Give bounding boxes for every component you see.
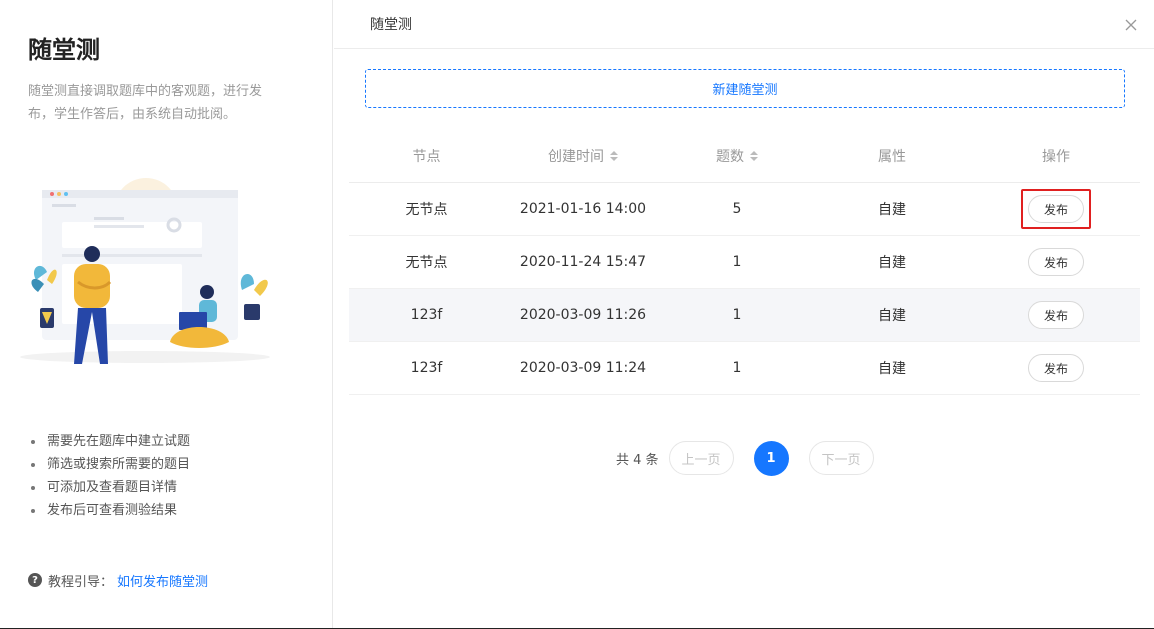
cell-created: 2021-01-16 14:00: [519, 201, 647, 217]
cell-count: 1: [732, 360, 742, 376]
panel-title: 随堂测: [370, 17, 412, 33]
table-header: 节点 创建时间 题数 属性 操作: [349, 130, 1140, 183]
highlight-box: 发布: [1021, 189, 1091, 229]
table-row: 123f 2020-03-09 11:26 1 自建 发布: [349, 289, 1140, 342]
tips-list: 需要先在题库中建立试题 筛选或搜索所需要的题目 可添加及查看题目详情 发布后可查…: [28, 430, 190, 522]
cell-node: 123f: [410, 307, 443, 323]
sort-icon[interactable]: [610, 151, 618, 161]
column-node: 节点: [412, 149, 441, 165]
cell-node: 无节点: [405, 202, 448, 218]
guide-link[interactable]: 如何发布随堂测: [117, 571, 208, 590]
cell-action: 发布: [972, 236, 1140, 288]
cell-attr: 自建: [878, 361, 906, 377]
cell-node: 无节点: [405, 255, 448, 271]
cell-attr: 自建: [878, 202, 906, 218]
page-number-button[interactable]: 1: [753, 440, 789, 476]
question-icon: ?: [28, 573, 42, 587]
sort-icon[interactable]: [750, 151, 758, 161]
tip-item: 发布后可查看测验结果: [28, 499, 190, 522]
main-panel: 随堂测 新建随堂测 节点 创建时间 题数 属性 操作 无节点 2021-01-1…: [334, 0, 1154, 628]
next-page-button[interactable]: 下一页: [808, 441, 874, 475]
pagination-total: 共 4 条: [616, 452, 659, 468]
tip-item: 可添加及查看题目详情: [28, 476, 190, 499]
quiz-table: 节点 创建时间 题数 属性 操作 无节点 2021-01-16 14:00 5 …: [349, 130, 1140, 395]
column-created[interactable]: 创建时间: [504, 130, 662, 182]
column-action: 操作: [1042, 149, 1070, 165]
cell-action: 发布: [972, 183, 1140, 235]
table-row: 无节点 2020-11-24 15:47 1 自建 发布: [349, 236, 1140, 289]
cell-node: 123f: [410, 360, 443, 376]
tip-item: 需要先在题库中建立试题: [28, 430, 190, 453]
cell-attr: 自建: [878, 308, 906, 324]
cell-count: 1: [732, 307, 742, 323]
publish-button[interactable]: 发布: [1028, 354, 1084, 382]
tip-item: 筛选或搜索所需要的题目: [28, 453, 190, 476]
new-quiz-button[interactable]: 新建随堂测: [365, 69, 1125, 108]
intro-panel: 随堂测 随堂测直接调取题库中的客观题，进行发布，学生作答后，由系统自动批阅。 需…: [0, 0, 333, 628]
guide: ? 教程引导： 如何发布随堂测: [28, 570, 208, 590]
table-row: 123f 2020-03-09 11:24 1 自建 发布: [349, 342, 1140, 395]
column-count[interactable]: 题数: [662, 130, 812, 182]
close-icon[interactable]: [1124, 18, 1138, 32]
cell-created: 2020-03-09 11:26: [519, 307, 647, 323]
guide-label: 教程引导：: [48, 574, 114, 590]
intro-description: 随堂测直接调取题库中的客观题，进行发布，学生作答后，由系统自动批阅。: [28, 84, 263, 122]
publish-button[interactable]: 发布: [1028, 248, 1084, 276]
cell-action: 发布: [972, 289, 1140, 341]
prev-page-button[interactable]: 上一页: [668, 441, 734, 475]
publish-button[interactable]: 发布: [1028, 301, 1084, 329]
cell-created: 2020-03-09 11:24: [519, 360, 647, 376]
cell-count: 5: [732, 201, 742, 217]
table-row: 无节点 2021-01-16 14:00 5 自建 发布: [349, 183, 1140, 236]
intro-title: 随堂测: [28, 36, 100, 64]
panel-header: 随堂测: [334, 0, 1154, 49]
illustration-image: [20, 178, 270, 364]
column-attr: 属性: [878, 149, 906, 165]
pagination: 共 4 条 上一页 1 下一页: [616, 440, 874, 476]
cell-action: 发布: [972, 342, 1140, 394]
page: 随堂测 随堂测直接调取题库中的客观题，进行发布，学生作答后，由系统自动批阅。 需…: [0, 0, 1154, 629]
cell-count: 1: [732, 254, 742, 270]
cell-created: 2020-11-24 15:47: [519, 254, 647, 270]
publish-button[interactable]: 发布: [1028, 195, 1084, 223]
cell-attr: 自建: [878, 255, 906, 271]
